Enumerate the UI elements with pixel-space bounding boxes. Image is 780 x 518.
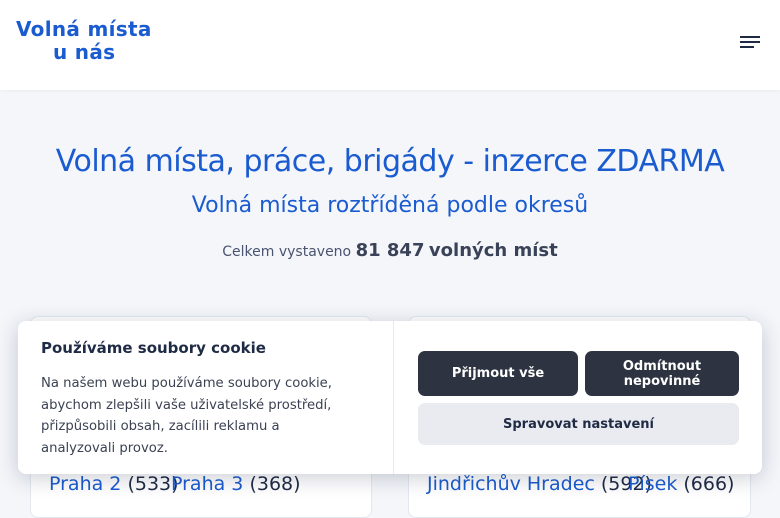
hamburger-menu-icon[interactable] (740, 36, 760, 50)
district-link[interactable]: Praha 2 (49, 473, 121, 495)
page-title: Volná místa, práce, brigády - inzerce ZD… (55, 144, 725, 179)
reject-optional-button[interactable]: Odmítnout nepovinné (585, 351, 739, 396)
district-item: Jindřichův Hradec (592) (427, 473, 652, 495)
accept-all-button[interactable]: Přijmout vše (418, 351, 578, 396)
district-link[interactable]: Písek (628, 473, 677, 495)
district-item: Praha 3 (368) (171, 473, 301, 495)
cookie-consent-banner: Používáme soubory cookie Na našem webu p… (18, 321, 762, 474)
page-subtitle: Volná místa roztříděná podle okresů (191, 193, 589, 218)
cookie-description: Na našem webu používáme soubory cookie, … (41, 376, 332, 456)
district-count: (666) (683, 473, 735, 495)
site-header: Volná místa u nás (0, 0, 780, 90)
site-logo[interactable]: Volná místa u nás (16, 18, 152, 64)
district-item: Praha 2 (533) (49, 473, 179, 495)
district-link[interactable]: Praha 3 (171, 473, 243, 495)
stats-suffix: volných míst (428, 240, 558, 261)
district-item: Písek (666) (628, 473, 734, 495)
district-count: (368) (249, 473, 301, 495)
job-stats: Celkem vystaveno 81 847 volných míst (0, 240, 780, 261)
stats-count: 81 847 (355, 240, 425, 261)
cookie-divider (393, 321, 394, 474)
district-link[interactable]: Jindřichův Hradec (427, 473, 595, 495)
manage-settings-button[interactable]: Spravovat nastavení (418, 403, 739, 445)
cookie-title: Používáme soubory cookie (41, 339, 266, 357)
logo-line-1: Volná místa (16, 17, 152, 41)
stats-prefix: Celkem vystaveno (222, 244, 352, 260)
logo-line-2: u nás (53, 40, 116, 64)
